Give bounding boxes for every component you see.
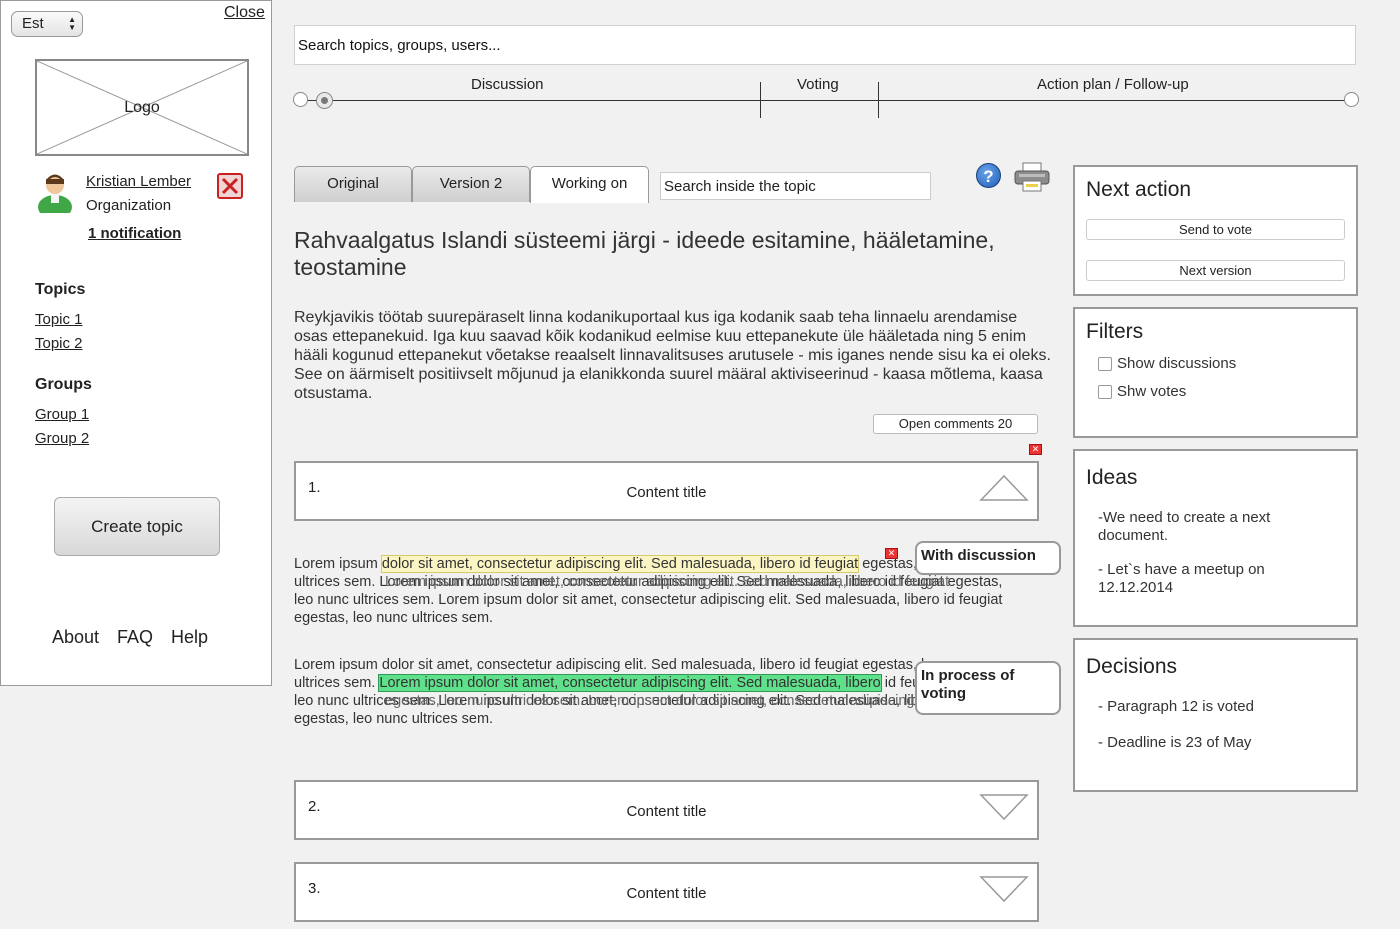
- organization-label: Organization: [86, 197, 172, 214]
- topics-heading: Topics: [35, 281, 86, 298]
- group-link-1[interactable]: Group 1: [35, 406, 89, 423]
- decision-item: - Paragraph 12 is voted: [1098, 698, 1254, 715]
- panel-title: Next action: [1086, 178, 1192, 201]
- notification-link[interactable]: 1 notification: [88, 225, 181, 242]
- close-link[interactable]: Close: [224, 4, 265, 22]
- section-title: Content title: [626, 484, 707, 501]
- help-link[interactable]: Help: [171, 627, 208, 648]
- decision-item: - Deadline is 23 of May: [1098, 734, 1252, 751]
- panel-title: Ideas: [1086, 466, 1138, 489]
- create-topic-button[interactable]: Create topic: [54, 497, 220, 556]
- help-icon[interactable]: ?: [976, 163, 1001, 188]
- topic-description: Reykjavikis töötab suurepäraselt linna k…: [294, 309, 1051, 402]
- global-search-input[interactable]: Search topics, groups, users...: [294, 25, 1356, 65]
- checkbox-label: Show discussions: [1117, 355, 1237, 372]
- highlight-ghost-text: Lorem ipsum dolor sit amet, consectetur …: [385, 574, 950, 590]
- discussion-highlight[interactable]: dolor sit amet, consectetur adipiscing e…: [380, 555, 860, 573]
- timeline-divider: [878, 82, 879, 118]
- send-to-vote-button[interactable]: Send to vote: [1086, 219, 1345, 240]
- ideas-panel: Ideas -We need to create a next document…: [1073, 449, 1358, 627]
- stage-discussion[interactable]: Discussion: [471, 76, 544, 93]
- remove-highlight-icon[interactable]: ✕: [885, 548, 898, 559]
- topic-title: Rahvaalgatus Islandi süsteemi järgi - id…: [294, 227, 995, 280]
- group-link-2[interactable]: Group 2: [35, 430, 89, 447]
- expand-triangle-icon[interactable]: [979, 793, 1029, 821]
- logo-label: Logo: [124, 99, 160, 116]
- language-select[interactable]: Est ▲ ▼: [11, 11, 83, 37]
- decisions-panel: Decisions - Paragraph 12 is voted - Dead…: [1073, 638, 1358, 792]
- remove-user-button[interactable]: [217, 173, 243, 199]
- logo-placeholder: Logo: [35, 59, 249, 156]
- idea-item: -We need to create a next document.: [1098, 509, 1271, 544]
- tab-original[interactable]: Original: [294, 166, 412, 202]
- content-paragraph: Lorem ipsum dolor sit amet, consectetur …: [294, 555, 1003, 626]
- language-value: Est: [22, 15, 44, 32]
- topic-search-input[interactable]: Search inside the topic: [660, 172, 931, 200]
- delete-icon[interactable]: ✕: [1029, 444, 1042, 455]
- show-votes-checkbox[interactable]: [1098, 385, 1112, 399]
- open-comments-button[interactable]: Open comments 20: [873, 414, 1038, 434]
- panel-title: Decisions: [1086, 655, 1178, 678]
- close-icon: [221, 177, 239, 195]
- topic-link-2[interactable]: Topic 2: [35, 335, 83, 352]
- next-version-button[interactable]: Next version: [1086, 260, 1345, 281]
- stage-action-plan[interactable]: Action plan / Follow-up: [1037, 76, 1189, 93]
- user-avatar-icon: [38, 174, 72, 213]
- select-arrows-icon: ▲ ▼: [68, 15, 76, 32]
- topic-link-1[interactable]: Topic 1: [35, 311, 83, 328]
- filters-panel: Filters Show discussions Shw votes: [1073, 307, 1358, 438]
- content-section-3[interactable]: 3. Content title: [294, 862, 1039, 922]
- timeline-start-node[interactable]: [293, 92, 308, 107]
- printer-icon[interactable]: [1014, 162, 1050, 192]
- expand-triangle-icon[interactable]: [979, 875, 1029, 903]
- checkbox-label: Shw votes: [1117, 383, 1187, 400]
- voting-highlight[interactable]: Lorem ipsum dolor sit amet, consectetur …: [378, 674, 882, 692]
- highlight-ghost-text: egestas, leo nunc ultrices sem. Lorem ip…: [385, 693, 971, 709]
- show-discussions-checkbox[interactable]: [1098, 357, 1112, 371]
- timeline-end-node[interactable]: [1344, 92, 1359, 107]
- sidebar: Est ▲ ▼ Close Logo Kristian Lember Organi…: [0, 0, 272, 686]
- content-section-1[interactable]: 1. Content title: [294, 461, 1039, 521]
- discussion-callout[interactable]: With discussion: [915, 541, 1061, 575]
- collapse-triangle-icon[interactable]: [979, 474, 1029, 502]
- next-action-panel: Next action Send to vote Next version: [1073, 165, 1358, 296]
- timeline-divider: [760, 82, 761, 118]
- groups-heading: Groups: [35, 376, 92, 393]
- about-link[interactable]: About: [52, 627, 99, 648]
- voting-callout[interactable]: In process of voting: [915, 661, 1061, 715]
- faq-link[interactable]: FAQ: [117, 627, 153, 648]
- panel-title: Filters: [1086, 320, 1144, 343]
- tab-working-on[interactable]: Working on: [530, 166, 649, 203]
- content-section-2[interactable]: 2. Content title: [294, 780, 1039, 840]
- timeline-track: [301, 100, 1351, 101]
- idea-item: - Let`s have a meetup on 12.12.2014: [1098, 561, 1265, 596]
- user-name-link[interactable]: Kristian Lember: [86, 173, 191, 190]
- section-title: Content title: [626, 803, 707, 820]
- stage-voting[interactable]: Voting: [797, 76, 839, 93]
- tab-version-2[interactable]: Version 2: [412, 166, 530, 202]
- section-title: Content title: [626, 885, 707, 902]
- timeline-slider-handle[interactable]: [316, 92, 333, 109]
